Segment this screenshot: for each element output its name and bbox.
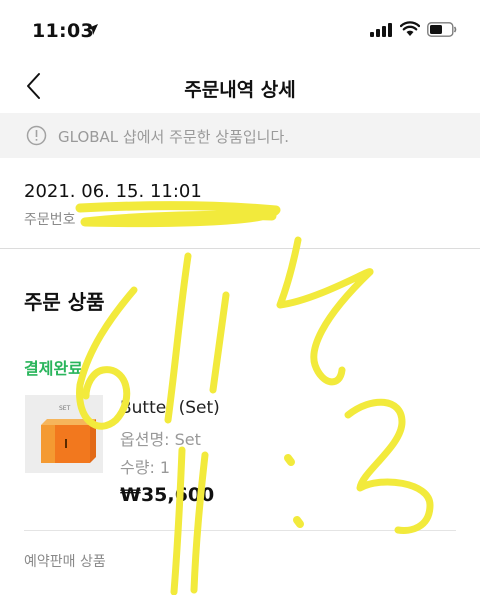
nav-bar: 주문내역 상세 (0, 60, 480, 110)
product-name[interactable]: Butter (Set) (120, 398, 220, 418)
location-arrow-icon (87, 24, 98, 35)
product-option: 옵션명: Set (120, 430, 201, 449)
product-image: SET (25, 395, 103, 473)
divider (0, 248, 480, 249)
thumb-label: SET (59, 405, 71, 412)
preorder-label: 예약판매 상품 (24, 554, 106, 570)
product-price: ₩35,600 (120, 484, 215, 506)
info-icon (26, 125, 47, 146)
cellular-signal-icon (370, 23, 392, 37)
page-title: 주문내역 상세 (184, 79, 296, 101)
order-date: 2021. 06. 15. 11:01 (24, 181, 202, 202)
notice-banner: GLOBAL 샵에서 주문한 상품입니다. (0, 113, 480, 158)
product-thumbnail[interactable]: SET (25, 395, 103, 473)
section-title-products: 주문 상품 (24, 290, 105, 314)
status-time: 11:03 (32, 20, 94, 42)
status-bar: 11:03 (0, 0, 480, 60)
wifi-icon (400, 21, 420, 36)
order-number-label: 주문번호 (24, 212, 76, 228)
product-quantity: 수량: 1 (120, 458, 171, 477)
divider (24, 530, 456, 531)
payment-status: 결제완료 (24, 359, 83, 378)
battery-icon (427, 22, 457, 37)
notice-text: GLOBAL 샵에서 주문한 상품입니다. (58, 128, 290, 146)
